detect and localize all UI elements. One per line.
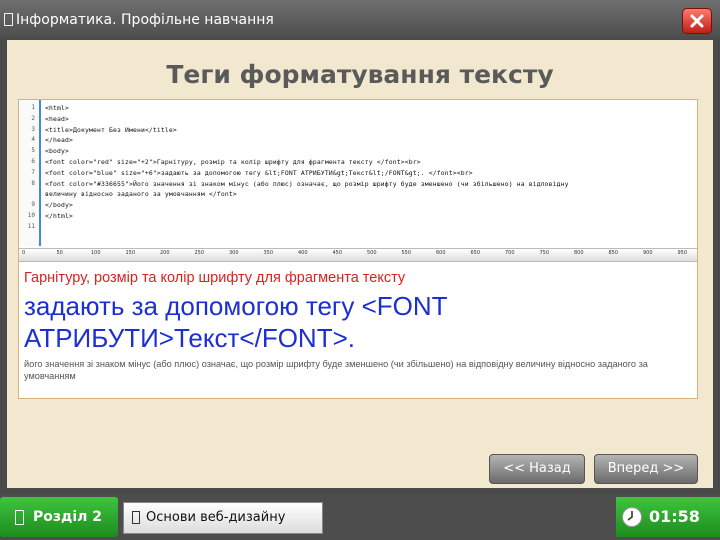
editor-screenshot: 1 <html> 2 <head> 3 <title>Документ Без Имени… (18, 99, 698, 399)
ruler: 0 50 100 150 200 250 300 350 400 450 500 550 600 650 7… (19, 248, 697, 262)
section-button[interactable]: Розділ 2 (0, 497, 118, 537)
title-bar: Інформатика. Профільне навчання (0, 0, 720, 40)
code-text: </head> (45, 136, 73, 145)
back-button[interactable]: << Назад (489, 454, 585, 484)
caption-small: Гарнітуру, розмір та колір шрифту для фр… (24, 270, 406, 286)
line-number: 11 (27, 222, 35, 230)
code-line: 10 </html> (19, 212, 697, 221)
code-text: <font color="#336655">Його значення зі з… (45, 179, 569, 188)
ruler-tick: 100 (91, 250, 101, 256)
close-icon (690, 14, 704, 28)
topic-label: Основи веб-дизайну (146, 510, 286, 525)
code-text: </html> (45, 212, 73, 220)
line-number: 8 (31, 179, 35, 187)
bottom-bar: Розділ 2 Основи веб-дизайну 01:58 (0, 494, 720, 540)
timer-value: 01:58 (649, 507, 700, 526)
code-text: <body> (45, 147, 69, 156)
ruler-tick: 350 (263, 250, 274, 256)
code-line: 2 <head> (19, 115, 697, 124)
forward-button[interactable]: Вперед >> (594, 454, 698, 484)
code-text: величину відносно заданого за умовчанням… (45, 190, 237, 199)
line-number: 10 (27, 212, 35, 219)
code-editor: 1 <html> 2 <head> 3 <title>Документ Без Имени… (19, 100, 697, 246)
ruler-tick: 150 (125, 250, 136, 256)
slide-content: Теги форматування тексту 1 <html> 2 <head> 3… (7, 40, 713, 488)
code-text: <html> (45, 104, 69, 112)
document-icon (15, 510, 24, 525)
document-icon (132, 511, 140, 524)
code-line: 7 <font color="blue" size="+6">задають за… (19, 169, 697, 178)
code-text: </body> (45, 201, 73, 210)
ruler-tick: 200 (160, 250, 170, 256)
line-number: 1 (31, 104, 35, 111)
line-number: 3 (31, 125, 35, 133)
timer: 01:58 (616, 497, 720, 537)
clock-icon (622, 507, 642, 527)
ruler-tick: 250 (194, 250, 205, 256)
code-line: 4 </head> (19, 136, 697, 145)
slide-heading: Теги форматування тексту (166, 60, 554, 89)
caption-big: задають за допомогою тегу <FONT АТРИБУТИ… (24, 291, 448, 353)
ruler-tick: 900 (643, 250, 653, 256)
line-number: 7 (31, 168, 35, 176)
line-number: 6 (31, 158, 35, 165)
ruler-tick: 450 (332, 250, 343, 256)
ruler-tick: 650 (470, 250, 481, 256)
ruler-tick: 50 (56, 250, 63, 256)
code-line: величину відносно заданого за умовчанням… (19, 190, 697, 199)
code-text: <title>Документ Без Имени</title> (45, 125, 177, 134)
window-title: Інформатика. Профільне навчання (16, 12, 274, 28)
line-number: 9 (31, 201, 35, 209)
code-text: <font color="red" size="+2">Гарнітуру, р… (45, 158, 421, 166)
code-text: <head> (45, 114, 69, 123)
code-line: 8 <font color="#336655">Його значення зі … (19, 180, 697, 189)
caption-note: його значення зі знаком мінус (або плюс)… (24, 359, 648, 381)
ruler-tick: 600 (436, 250, 446, 256)
line-number: 4 (31, 136, 35, 144)
ruler-tick: 750 (539, 250, 550, 256)
ruler-tick: 700 (505, 250, 515, 256)
code-line: 3 <title>Документ Без Имени</title> (19, 126, 697, 135)
ruler-tick: 550 (401, 250, 412, 256)
close-button[interactable] (682, 8, 712, 34)
code-line: 11 (19, 223, 697, 232)
line-number: 5 (31, 147, 35, 155)
document-icon (4, 13, 13, 26)
code-line: 9 </body> (19, 201, 697, 210)
ruler-tick: 500 (367, 250, 377, 256)
code-line: 1 <html> (19, 104, 697, 113)
section-label: Розділ 2 (33, 509, 102, 525)
code-text: <font color="blue" size="+6">задають за … (45, 168, 473, 177)
ruler-tick: 0 (22, 250, 26, 256)
code-line: 5 <body> (19, 147, 697, 156)
line-number: 2 (31, 114, 35, 122)
ruler-tick: 950 (677, 250, 688, 256)
code-line: 6 <font color="red" size="+2">Гарнітуру, … (19, 158, 697, 167)
topic-tab[interactable]: Основи веб-дизайну (123, 502, 323, 534)
ruler-tick: 800 (574, 250, 584, 256)
ruler-tick: 300 (229, 250, 239, 256)
ruler-tick: 400 (298, 250, 308, 256)
ruler-tick: 850 (608, 250, 619, 256)
